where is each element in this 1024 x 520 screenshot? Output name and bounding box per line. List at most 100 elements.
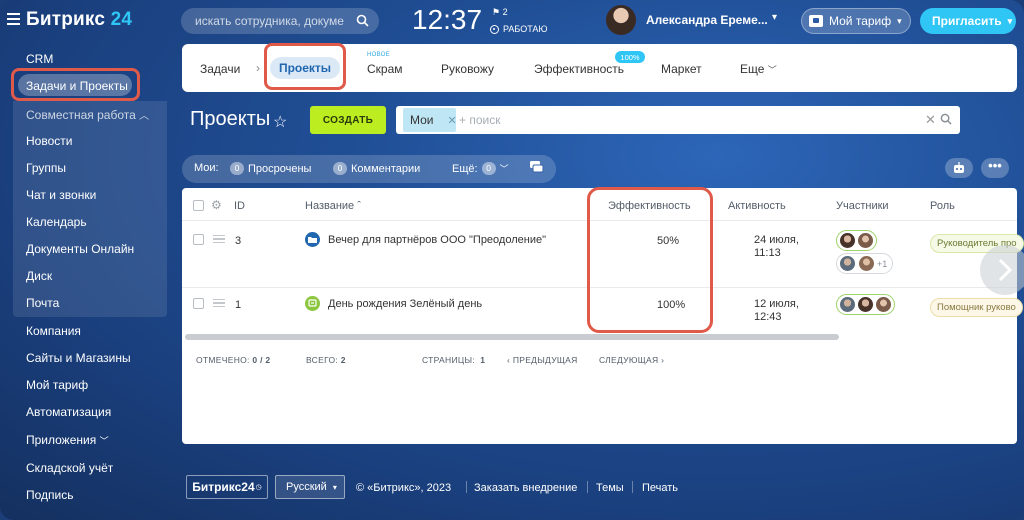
user-avatar[interactable] (606, 5, 636, 35)
footer-label: ВСЕГО: (306, 355, 339, 365)
tab-market[interactable]: Маркет (661, 62, 702, 76)
scroll-right-button[interactable] (980, 245, 1024, 295)
next-label: СЛЕДУЮЩАЯ (599, 355, 659, 365)
filter-chip-label: Мои (410, 113, 434, 127)
sidebar-item-warehouse[interactable]: Складской учёт (26, 461, 113, 475)
sidebar-item-crm[interactable]: CRM (26, 52, 53, 66)
flag-icon: ⚑ (492, 7, 501, 17)
column-role[interactable]: Роль (930, 200, 955, 212)
gear-icon[interactable]: ⚙ (211, 198, 222, 212)
sidebar-item-disk[interactable]: Диск (26, 269, 52, 283)
sidebar-item-docs[interactable]: Документы Онлайн (26, 242, 134, 256)
search-icon[interactable] (940, 113, 952, 125)
activity-time-line: 11:13 (754, 247, 781, 259)
avatar (875, 296, 892, 313)
sidebar-item-apps[interactable]: Приложения ﹀ (26, 433, 109, 447)
tab-manage[interactable]: Руковожу (441, 62, 494, 76)
sidebar-item-groups[interactable]: Группы (26, 161, 66, 175)
footer-label: ОТМЕЧЕНО: (196, 355, 250, 365)
language-select[interactable]: Русский ▾ (275, 475, 345, 499)
row-checkbox[interactable] (193, 234, 204, 245)
chevron-down-icon: ﹀ (499, 164, 509, 174)
select-all-checkbox[interactable] (193, 200, 204, 211)
filter-search-input[interactable] (459, 112, 859, 128)
column-members[interactable]: Участники (836, 200, 889, 212)
clock[interactable]: 12:37 (412, 4, 482, 36)
sidebar-item-label: Совместная работа (26, 108, 136, 122)
column-activity[interactable]: Активность (728, 200, 786, 212)
sidebar-item-sign[interactable]: Подпись (26, 488, 74, 502)
search-input[interactable] (195, 13, 345, 29)
logo-number: 24 (110, 9, 133, 30)
menu-icon[interactable] (7, 13, 20, 25)
activity-date: 12 июля, 12:43 (754, 298, 799, 324)
star-icon[interactable]: ☆ (273, 112, 287, 132)
counter-overdue[interactable]: 0 Просрочены (230, 162, 311, 175)
tab-efficiency[interactable]: Эффективность (534, 62, 624, 76)
filter-chip[interactable]: Мои ✕ (403, 108, 457, 132)
sidebar-item-sites[interactable]: Сайты и Магазины (26, 351, 131, 365)
sidebar-item-mail[interactable]: Почта (26, 296, 59, 310)
activity-time-line: 12:43 (754, 311, 782, 323)
drag-handle-icon[interactable] (213, 235, 225, 243)
flag-counter[interactable]: ⚑ 2 (492, 7, 508, 18)
create-button[interactable]: СОЗДАТЬ (310, 106, 386, 134)
app-window: Битрикс 24 12:37 ⚑ 2 РАБОТАЮ Александра … (0, 0, 1024, 520)
divider (587, 481, 588, 493)
members-avatars[interactable]: +1 (836, 253, 894, 274)
work-status[interactable]: РАБОТАЮ (490, 24, 548, 34)
role-badge: Помощник руково (930, 298, 1023, 317)
folder-icon (305, 232, 320, 247)
order-link[interactable]: Заказать внедрение (474, 482, 577, 494)
sidebar-item-calendar[interactable]: Календарь (26, 215, 87, 229)
logo[interactable]: Битрикс 24 (26, 9, 132, 31)
page-title: Проекты (190, 108, 271, 130)
sidebar-item-tariff[interactable]: Мой тариф (26, 378, 88, 392)
footer-logo[interactable]: Битрикс24 ◷ (186, 475, 268, 499)
counter-comments[interactable]: 0 Комментарии (333, 162, 420, 175)
project-name-link[interactable]: День рождения Зелёный день (328, 298, 482, 310)
user-name[interactable]: Александра Ереме... (646, 13, 768, 27)
activity-date-line: 24 июля, (754, 234, 799, 246)
tariff-button[interactable]: Мой тариф ▾ (801, 8, 911, 34)
search-box[interactable] (181, 8, 379, 34)
themes-link[interactable]: Темы (596, 482, 624, 494)
owners-avatars[interactable] (836, 230, 877, 251)
sidebar-item-company[interactable]: Компания (26, 324, 81, 338)
row-checkbox[interactable] (193, 298, 204, 309)
copyright: © «Битрикс», 2023 (356, 482, 452, 494)
total-counter: ВСЕГО: 2 (306, 355, 346, 365)
sidebar-item-automation[interactable]: Автоматизация (26, 405, 111, 419)
project-name-link[interactable]: Вечер для партнёров ООО "Преодоление" (328, 234, 546, 246)
clear-icon[interactable]: ✕ (925, 112, 936, 128)
chevron-down-icon[interactable]: ▾ (772, 12, 777, 23)
work-status-label: РАБОТАЮ (503, 24, 548, 34)
owners-avatars[interactable] (836, 294, 895, 315)
sidebar-item-chat[interactable]: Чат и звонки (26, 188, 96, 202)
counter-more[interactable]: Ещё: 0 ﹀ (452, 162, 509, 175)
sidebar-item-collab[interactable]: Совместная работа ︿ (26, 107, 149, 122)
prev-page-link[interactable]: ‹ ПРЕДЫДУЩАЯ (507, 355, 578, 365)
logo-text: Битрикс (26, 9, 106, 30)
search-icon[interactable] (356, 14, 369, 27)
tab-more[interactable]: Еще ﹀ (740, 62, 777, 76)
chevron-left-icon: ‹ (507, 355, 511, 365)
next-page-link[interactable]: СЛЕДУЮЩАЯ › (599, 355, 664, 365)
timer-icon (490, 24, 499, 34)
close-icon[interactable]: ✕ (448, 114, 457, 127)
column-id[interactable]: ID (234, 200, 245, 212)
chevron-down-icon: ﹀ (99, 436, 109, 446)
robot-icon[interactable] (945, 158, 973, 178)
invite-button[interactable]: Пригласить ▾ (920, 8, 1016, 34)
chat-icon[interactable] (529, 160, 544, 174)
more-options-icon[interactable]: ••• (981, 158, 1009, 178)
footer-value[interactable]: 1 (480, 355, 485, 365)
drag-handle-icon[interactable] (213, 299, 225, 307)
horizontal-scrollbar[interactable] (185, 334, 839, 340)
print-link[interactable]: Печать (642, 482, 678, 494)
tab-tasks[interactable]: Задачи (200, 62, 240, 76)
column-name[interactable]: Название ˆ (305, 200, 361, 212)
tab-scrum[interactable]: Скрам (367, 62, 403, 76)
sidebar-item-news[interactable]: Новости (26, 134, 72, 148)
footer-value: 0 / 2 (252, 355, 271, 365)
